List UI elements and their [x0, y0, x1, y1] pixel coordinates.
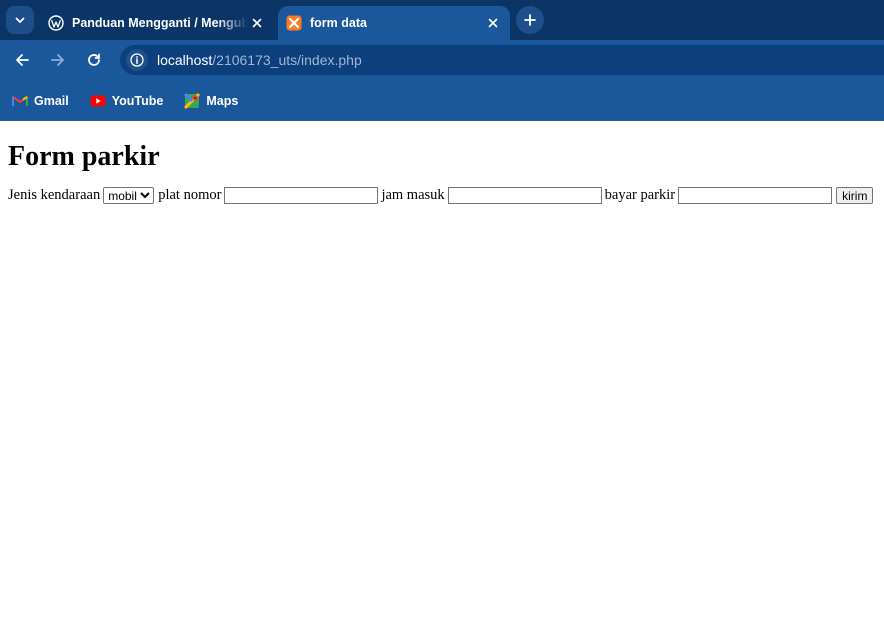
- arrow-right-icon: [51, 54, 64, 66]
- bookmark-youtube[interactable]: YouTube: [90, 93, 164, 109]
- jenis-kendaraan-label: Jenis kendaraan: [8, 187, 101, 203]
- maps-icon: [184, 92, 201, 109]
- tab-title: form data: [310, 16, 367, 30]
- back-button[interactable]: [8, 46, 36, 74]
- tab-strip: Panduan Mengganti / Mengubah form data: [0, 0, 884, 40]
- close-icon[interactable]: [248, 14, 266, 32]
- jam-masuk-input[interactable]: [447, 187, 602, 204]
- close-icon[interactable]: [484, 14, 502, 32]
- parking-form: Jenis kendaraan mobil plat nomor jam mas…: [8, 187, 876, 204]
- url-host: localhost: [157, 52, 213, 68]
- wordpress-icon: [48, 15, 64, 31]
- address-bar[interactable]: localhost/2106173_uts/index.php: [120, 45, 884, 75]
- kirim-button[interactable]: kirim: [836, 187, 874, 204]
- tab-title: Panduan Mengganti / Mengubah: [72, 16, 248, 30]
- gmail-icon: [12, 93, 28, 109]
- bookmark-maps[interactable]: Maps: [184, 92, 239, 109]
- plat-nomor-input[interactable]: [224, 187, 379, 204]
- jam-masuk-label: jam masuk: [381, 187, 445, 203]
- jenis-kendaraan-select[interactable]: mobil: [103, 187, 155, 204]
- plus-icon: [524, 14, 536, 26]
- url-path: /2106173_uts/index.php: [212, 52, 362, 68]
- arrow-left-icon: [16, 54, 29, 66]
- reload-button[interactable]: [80, 46, 108, 74]
- tab-form-data[interactable]: form data: [278, 6, 510, 40]
- youtube-icon: [90, 93, 106, 109]
- bookmark-label: YouTube: [111, 93, 164, 108]
- bayar-parkir-label: bayar parkir: [604, 187, 676, 203]
- bookmark-label: Maps: [206, 93, 239, 108]
- xampp-icon: [286, 15, 302, 31]
- plat-nomor-label: plat nomor: [158, 187, 222, 203]
- page-heading: Form parkir: [8, 141, 160, 172]
- bookmark-gmail[interactable]: Gmail: [12, 93, 69, 109]
- new-tab-button[interactable]: [516, 6, 544, 34]
- url-text: localhost/2106173_uts/index.php: [157, 52, 362, 68]
- site-info-icon[interactable]: [126, 49, 148, 71]
- forward-button[interactable]: [44, 46, 72, 74]
- chevron-down-icon: [15, 17, 25, 23]
- page-content: Form parkir Jenis kendaraan mobil plat n…: [0, 141, 884, 204]
- tab-panduan[interactable]: Panduan Mengganti / Mengubah: [40, 6, 274, 40]
- reload-icon: [88, 53, 100, 66]
- bookmark-label: Gmail: [34, 93, 69, 108]
- bookmarks-bar: Gmail YouTube Maps: [0, 80, 884, 121]
- tab-search-button[interactable]: [6, 6, 34, 34]
- bayar-parkir-input[interactable]: [678, 187, 833, 204]
- toolbar: localhost/2106173_uts/index.php: [0, 40, 884, 80]
